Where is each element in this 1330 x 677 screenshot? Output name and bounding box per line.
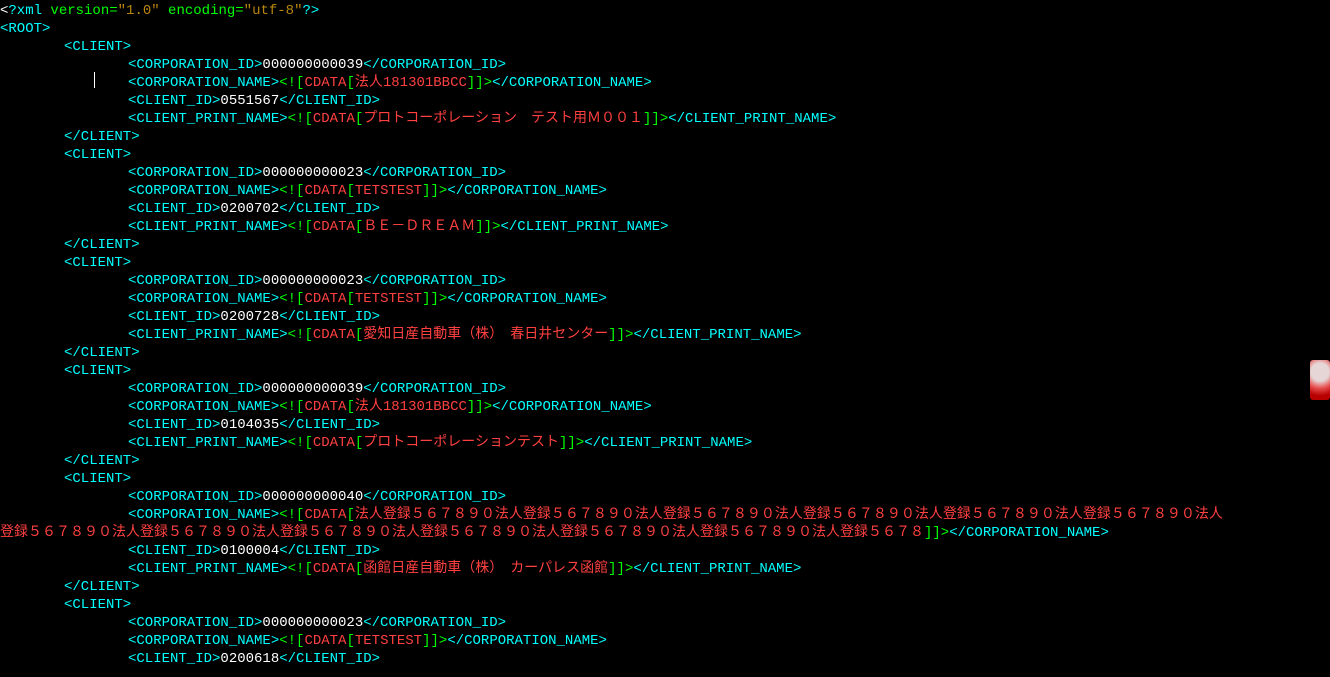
text-cursor (94, 72, 96, 88)
xml-editor[interactable]: <?xml version="1.0" encoding="utf-8"?> <… (0, 0, 1330, 668)
scroll-indicator-icon (1310, 360, 1330, 400)
root-open: <ROOT> (0, 20, 1330, 38)
xml-declaration-line: <?xml version="1.0" encoding="utf-8"?> (0, 2, 1330, 20)
code-lines: <?xml version="1.0" encoding="utf-8"?> <… (0, 2, 1330, 668)
